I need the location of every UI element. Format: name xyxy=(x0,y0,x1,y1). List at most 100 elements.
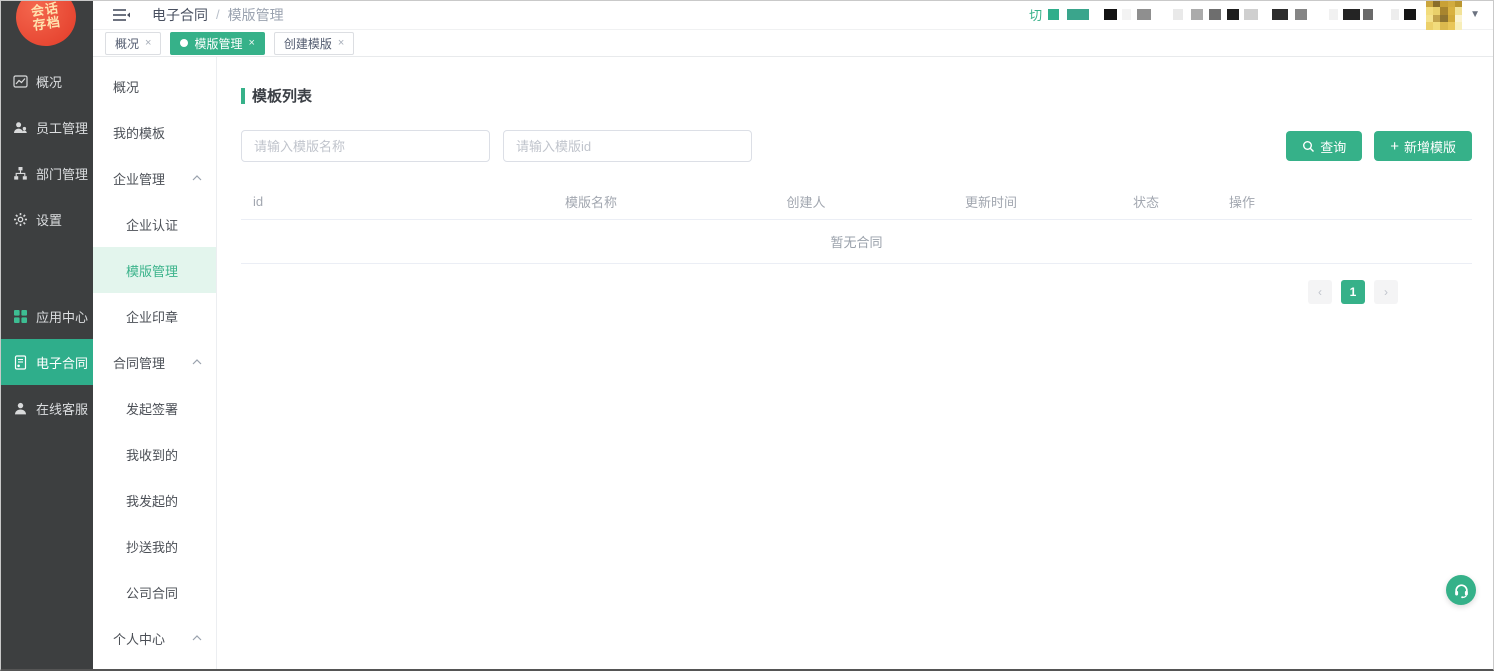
page-title: 模板列表 xyxy=(241,85,1472,106)
submenu-label: 合同管理 xyxy=(113,353,165,372)
plus-icon: + xyxy=(1390,139,1399,154)
sidebar-item-online-service[interactable]: 在线客服 xyxy=(0,385,93,431)
tab-overview[interactable]: 概况 × xyxy=(105,32,161,55)
column-header-creator: 创建人 xyxy=(711,192,901,211)
breadcrumb-root[interactable]: 电子合同 xyxy=(152,5,208,25)
submenu-item-enterprise-management[interactable]: 企业管理 xyxy=(93,155,216,201)
sidebar-item-employees[interactable]: 员工管理 xyxy=(0,104,93,150)
switch-enterprise-text[interactable]: 切 xyxy=(1029,5,1042,24)
column-header-id: id xyxy=(241,194,471,209)
action-buttons: 查询 + 新增模版 xyxy=(1286,131,1472,161)
sidebar-item-settings[interactable]: 设置 xyxy=(0,196,93,242)
column-header-actions: 操作 xyxy=(1211,192,1472,211)
column-header-status: 状态 xyxy=(1081,192,1211,211)
primary-sidebar: 会话 存档 概况 员工管理 部门管理 设置 应用中心 电子合同 xyxy=(0,0,93,671)
open-tabs-bar: 概况 × 模版管理 × 创建模版 × xyxy=(93,30,1494,57)
employees-icon xyxy=(13,120,28,135)
submenu-label: 我收到的 xyxy=(126,445,178,464)
sidebar-item-label: 设置 xyxy=(36,210,62,229)
active-tab-dot xyxy=(180,39,188,47)
template-name-input[interactable] xyxy=(241,130,490,162)
submenu-label: 企业印章 xyxy=(126,307,178,326)
header-right: 切 ▼ xyxy=(1029,0,1480,30)
logo-line2: 存档 xyxy=(32,15,62,33)
app-logo[interactable]: 会话 存档 xyxy=(12,0,79,50)
breadcrumb-current: 模版管理 xyxy=(228,5,284,25)
search-button[interactable]: 查询 xyxy=(1286,131,1362,161)
table-header-row: id 模版名称 创建人 更新时间 状态 操作 xyxy=(241,184,1472,220)
tab-label: 概况 xyxy=(115,35,139,52)
submenu-item-contract-management[interactable]: 合同管理 xyxy=(93,339,216,385)
submenu-label: 我的模板 xyxy=(113,123,165,142)
submenu-item-template-management[interactable]: 模版管理 xyxy=(93,247,216,293)
sidebar-item-label: 部门管理 xyxy=(36,164,88,183)
submenu-label: 模版管理 xyxy=(126,261,178,280)
chevron-up-icon xyxy=(192,359,202,365)
table-empty-state: 暂无合同 xyxy=(241,220,1472,264)
sidebar-collapse-icon[interactable] xyxy=(113,8,130,22)
headset-icon xyxy=(1453,582,1470,599)
column-header-update-time: 更新时间 xyxy=(901,192,1081,211)
sidebar-item-econtract[interactable]: 电子合同 xyxy=(0,339,93,385)
chevron-up-icon xyxy=(192,635,202,641)
submenu-item-initiate-signing[interactable]: 发起签署 xyxy=(93,385,216,431)
sidebar-item-app-center[interactable]: 应用中心 xyxy=(0,293,93,339)
submenu-item-received[interactable]: 我收到的 xyxy=(93,431,216,477)
chevron-up-icon xyxy=(192,175,202,181)
breadcrumb-separator: / xyxy=(216,7,220,22)
tab-template-management[interactable]: 模版管理 × xyxy=(170,32,264,55)
template-id-input[interactable] xyxy=(503,130,752,162)
contract-icon xyxy=(13,355,28,370)
pagination-next-button[interactable]: › xyxy=(1374,280,1398,304)
submenu-label: 企业管理 xyxy=(113,169,165,188)
pagination-page-1[interactable]: 1 xyxy=(1341,280,1365,304)
sidebar-item-overview[interactable]: 概况 xyxy=(0,58,93,104)
submenu-label: 个人中心 xyxy=(113,629,165,648)
tab-label: 模版管理 xyxy=(194,35,242,52)
submenu-label: 发起签署 xyxy=(126,399,178,418)
close-icon[interactable]: × xyxy=(145,37,151,49)
customer-service-button[interactable] xyxy=(1446,575,1476,605)
submenu-item-my-templates[interactable]: 我的模板 xyxy=(93,109,216,155)
submenu-label: 我发起的 xyxy=(126,491,178,510)
sidebar-spacer xyxy=(0,242,93,293)
close-icon[interactable]: × xyxy=(248,37,254,49)
secondary-sidebar: 概况 我的模板 企业管理 企业认证 模版管理 企业印章 合同管理 发起签署 我收… xyxy=(93,57,217,671)
sidebar-item-label: 在线客服 xyxy=(36,399,88,418)
tab-label: 创建模版 xyxy=(284,35,332,52)
pagination: ‹ 1 › xyxy=(241,280,1472,304)
sidebar-item-label: 电子合同 xyxy=(36,353,88,372)
submenu-item-initiated[interactable]: 我发起的 xyxy=(93,477,216,523)
chevron-down-icon[interactable]: ▼ xyxy=(1470,9,1480,20)
search-button-label: 查询 xyxy=(1320,137,1346,156)
sidebar-item-label: 概况 xyxy=(36,72,62,91)
column-header-template-name: 模版名称 xyxy=(471,192,711,211)
sidebar-item-departments[interactable]: 部门管理 xyxy=(0,150,93,196)
submenu-item-company-contracts[interactable]: 公司合同 xyxy=(93,569,216,615)
search-icon xyxy=(1302,140,1315,153)
pagination-prev-button[interactable]: ‹ xyxy=(1308,280,1332,304)
close-icon[interactable]: × xyxy=(338,37,344,49)
main-content: 模板列表 查询 + 新增模版 id 模版名称 创建人 更新时间 状态 操作 暂无… xyxy=(217,57,1494,671)
submenu-item-overview[interactable]: 概况 xyxy=(93,63,216,109)
primary-menu: 概况 员工管理 部门管理 设置 应用中心 电子合同 在线客服 xyxy=(0,58,93,431)
sidebar-item-label: 应用中心 xyxy=(36,307,88,326)
app-center-icon xyxy=(13,309,28,324)
submenu-item-cc-me[interactable]: 抄送我的 xyxy=(93,523,216,569)
submenu-item-enterprise-auth[interactable]: 企业认证 xyxy=(93,201,216,247)
departments-icon xyxy=(13,166,28,181)
submenu-item-personal-center[interactable]: 个人中心 xyxy=(93,615,216,661)
submenu-item-enterprise-seal[interactable]: 企业印章 xyxy=(93,293,216,339)
service-icon xyxy=(13,401,28,416)
tab-create-template[interactable]: 创建模版 × xyxy=(274,32,354,55)
submenu-label: 概况 xyxy=(113,77,139,96)
filter-row: 查询 + 新增模版 xyxy=(241,130,1472,162)
overview-chart-icon xyxy=(13,74,28,89)
submenu-label: 公司合同 xyxy=(126,583,178,602)
create-template-button[interactable]: + 新增模版 xyxy=(1374,131,1472,161)
create-button-label: 新增模版 xyxy=(1404,137,1456,156)
sidebar-item-label: 员工管理 xyxy=(36,118,88,137)
redacted-blocks xyxy=(1044,9,1416,20)
user-avatar[interactable] xyxy=(1426,0,1462,30)
submenu-label: 抄送我的 xyxy=(126,537,178,556)
